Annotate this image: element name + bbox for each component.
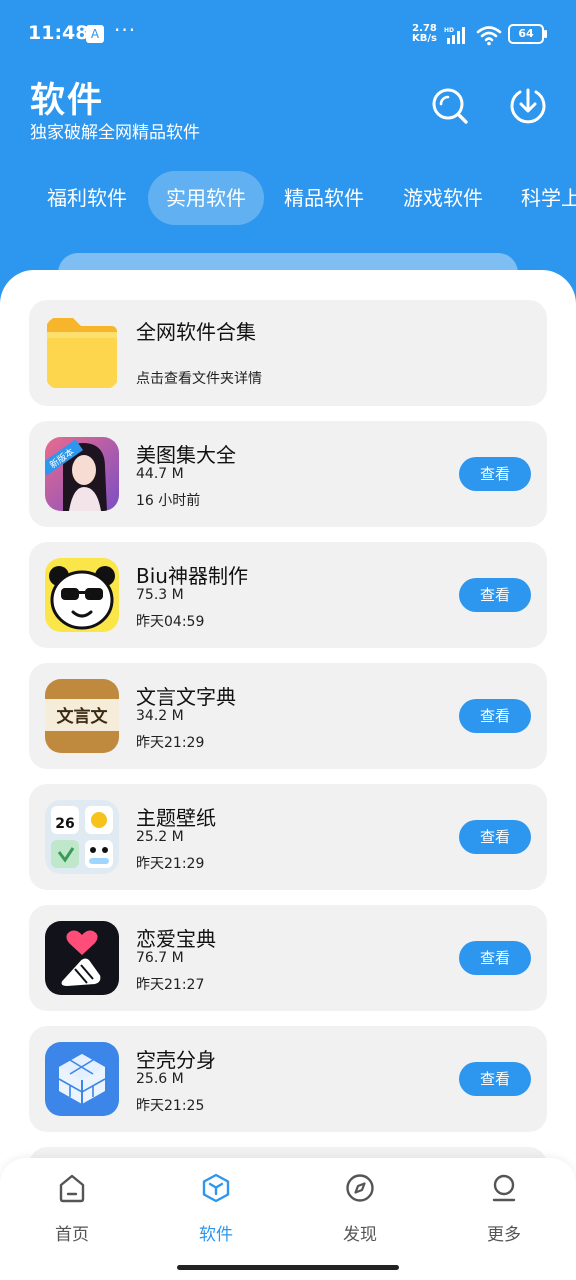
wifi-icon [476,26,502,46]
home-icon [59,1174,85,1203]
app-card[interactable]: 新版本 美图集大全 44.7 M 16 小时前 查看 [29,421,547,527]
app-card[interactable]: 空壳分身 25.6 M 昨天21:25 查看 [29,1026,547,1132]
search-icon[interactable] [430,86,470,126]
tab-game-software[interactable]: 游戏软件 [403,171,483,225]
app-name: 恋爱宝典 [136,927,216,951]
app-date: 昨天04:59 [136,614,205,630]
portrait-icon: 新版本 [45,437,119,511]
app-card[interactable]: Biu神器制作 75.3 M 昨天04:59 查看 [29,542,547,648]
nav-discover-label: 发现 [343,1225,377,1245]
view-button[interactable]: 查看 [459,820,531,854]
app-card[interactable]: 恋爱宝典 76.7 M 昨天21:27 查看 [29,905,547,1011]
svg-text:26: 26 [55,816,74,832]
folder-icon [47,318,117,388]
view-button[interactable]: 查看 [459,457,531,491]
more-notifications-icon: ··· [114,18,137,42]
person-icon [492,1174,516,1202]
app-name: 文言文字典 [136,685,236,709]
app-date: 昨天21:29 [136,856,205,872]
page-title: 软件 [30,81,105,121]
tab-utility-software[interactable]: 实用软件 [148,171,264,225]
download-icon[interactable] [508,86,548,126]
app-date: 昨天21:29 [136,735,205,751]
app-size: 44.7 M [136,466,184,482]
heart-hand-icon [45,921,119,995]
app-size: 25.2 M [136,829,184,845]
svg-text:文言文: 文言文 [57,706,109,727]
svg-text:HD: HD [444,27,454,34]
app-size: 76.7 M [136,950,184,966]
nav-home-label: 首页 [55,1225,89,1245]
app-date: 昨天21:25 [136,1098,205,1114]
app-size: 34.2 M [136,708,184,724]
nav-discover[interactable]: 发现 [310,1172,410,1245]
widgets-icon: 26 [45,800,119,874]
tab-science[interactable]: 科学上 [521,171,576,225]
notification-app-icon: A [86,25,104,43]
folder-title: 全网软件合集 [136,320,256,344]
status-time: 11:48 [28,22,89,44]
compass-icon [346,1174,374,1202]
home-indicator[interactable] [177,1265,399,1270]
app-name: 主题壁纸 [136,806,216,830]
panda-icon [45,558,119,632]
box-icon [202,1173,230,1203]
view-button[interactable]: 查看 [459,1062,531,1096]
tab-premium-software[interactable]: 精品软件 [284,171,364,225]
view-button[interactable]: 查看 [459,699,531,733]
app-name: Biu神器制作 [136,564,248,588]
nav-software-label: 软件 [199,1225,233,1245]
cube-icon [45,1042,119,1116]
bottom-navigation: 首页 软件 发现 更多 [0,1158,576,1280]
category-tabs: 福利软件 实用软件 精品软件 游戏软件 科学上 [0,171,576,225]
cell-signal-icon: HD [444,27,465,44]
nav-software[interactable]: 软件 [166,1172,266,1245]
folder-hint: 点击查看文件夹详情 [136,371,262,387]
app-card[interactable]: 26 主题壁纸 25.2 M 昨天21:29 查看 [29,784,547,890]
tab-welfare-software[interactable]: 福利软件 [47,171,127,225]
app-size: 25.6 M [136,1071,184,1087]
content-sheet: 全网软件合集 点击查看文件夹详情 新版本 美图集大全 44.7 M 16 小时前… [0,270,576,1280]
folder-card[interactable]: 全网软件合集 点击查看文件夹详情 [29,300,547,406]
app-card[interactable]: 文言文 文言文字典 34.2 M 昨天21:29 查看 [29,663,547,769]
nav-home[interactable]: 首页 [22,1172,122,1245]
nav-more[interactable]: 更多 [454,1172,554,1245]
battery-indicator: 64 [508,24,544,44]
app-size: 75.3 M [136,587,184,603]
battery-tip [544,30,547,38]
status-bar: 11:48 A ··· 2.78 KB/s HD 64 [0,18,576,52]
page-subtitle: 独家破解全网精品软件 [30,123,200,143]
network-speed: 2.78 KB/s [412,23,437,44]
view-button[interactable]: 查看 [459,578,531,612]
view-button[interactable]: 查看 [459,941,531,975]
app-name: 美图集大全 [136,443,236,467]
app-date: 昨天21:27 [136,977,205,993]
app-name: 空壳分身 [136,1048,216,1072]
scroll-icon: 文言文 [45,679,119,753]
nav-more-label: 更多 [487,1225,521,1245]
app-date: 16 小时前 [136,493,201,509]
